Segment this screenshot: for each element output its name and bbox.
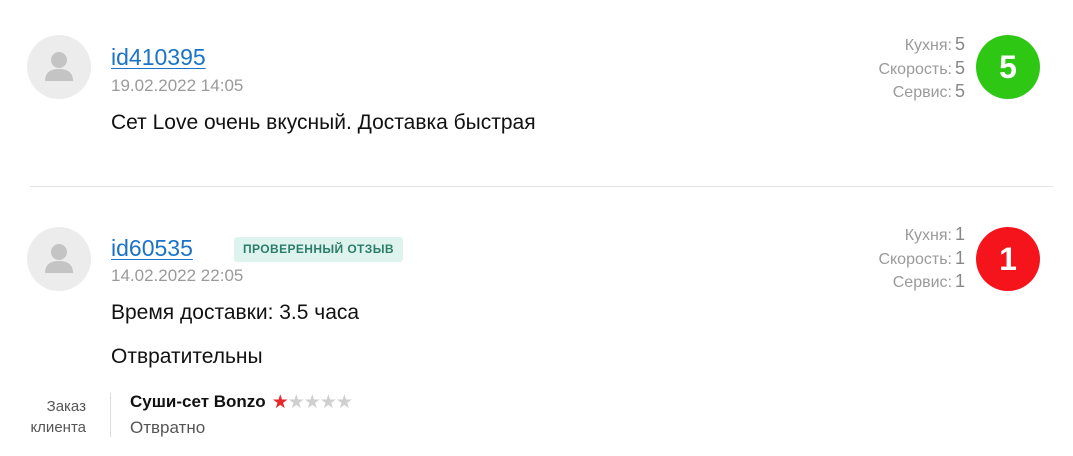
rating-value: 1 xyxy=(954,247,965,268)
star-icon: ★ xyxy=(335,392,353,413)
star-icon: ★ xyxy=(287,392,305,413)
rating-label: Скорость: xyxy=(878,60,952,78)
rating-row-speed: Скорость: 5 xyxy=(878,57,965,81)
rating-value: 5 xyxy=(954,57,965,78)
review-text: Сет Love очень вкусный. Доставка быстрая xyxy=(111,111,536,134)
star-icon: ★ xyxy=(303,392,321,413)
review-card: id410395 19.02.2022 14:05 Сет Love очень… xyxy=(0,0,1073,186)
avatar[interactable] xyxy=(27,35,91,99)
rating-value: 1 xyxy=(954,271,965,291)
rating-row-speed: Скорость: 1 xyxy=(878,247,965,271)
user-silhouette-icon xyxy=(45,52,73,81)
rating-value: 5 xyxy=(954,34,965,54)
rating-label: Кухня: xyxy=(904,227,952,244)
rating-row-service: Сервис: 1 xyxy=(878,270,965,294)
avatar[interactable] xyxy=(27,227,91,291)
rating-breakdown: Кухня: 5 Скорость: 5 Сервис: 5 xyxy=(878,33,965,104)
rating-row-kitchen: Кухня: 5 xyxy=(878,33,965,57)
verified-review-badge: ПРОВЕРЕННЫЙ ОТЗЫВ xyxy=(234,237,403,262)
reviews-page: id410395 19.02.2022 14:05 Сет Love очень… xyxy=(0,0,1073,456)
rating-value: 5 xyxy=(954,81,965,101)
rating-value: 1 xyxy=(954,224,965,244)
order-item-name[interactable]: Суши-сет Bonzo xyxy=(130,392,266,411)
order-divider xyxy=(110,393,111,437)
order-item-star-rating: ★★★★★ xyxy=(271,391,353,414)
review-author-link[interactable]: id60535 xyxy=(111,235,193,262)
order-label: Заказ клиента xyxy=(14,396,86,438)
review-date: 19.02.2022 14:05 xyxy=(111,76,244,95)
rating-label: Сервис: xyxy=(892,274,952,291)
review-card: id60535 ПРОВЕРЕННЫЙ ОТЗЫВ 14.02.2022 22:… xyxy=(0,187,1073,456)
rating-label: Скорость: xyxy=(878,250,952,268)
overall-score-badge: 1 xyxy=(976,227,1040,291)
rating-row-service: Сервис: 5 xyxy=(878,80,965,104)
rating-row-kitchen: Кухня: 1 xyxy=(878,223,965,247)
order-item: Суши-сет Bonzo ★★★★★ xyxy=(130,391,353,414)
order-label-line: клиента xyxy=(30,419,86,436)
review-date: 14.02.2022 22:05 xyxy=(111,266,244,285)
order-item-comment: Отвратно xyxy=(130,418,206,437)
review-author-link[interactable]: id410395 xyxy=(111,44,206,71)
overall-score-badge: 5 xyxy=(976,35,1040,99)
star-icon: ★ xyxy=(319,392,337,413)
star-icon: ★ xyxy=(271,392,289,413)
review-text-line: Отвратительны xyxy=(111,345,263,368)
order-label-line: Заказ xyxy=(46,398,86,415)
review-text-line: Время доставки: 3.5 часа xyxy=(111,301,360,324)
user-silhouette-icon xyxy=(45,244,73,273)
rating-breakdown: Кухня: 1 Скорость: 1 Сервис: 1 xyxy=(878,223,965,294)
rating-label: Сервис: xyxy=(892,84,952,101)
rating-label: Кухня: xyxy=(904,37,952,54)
